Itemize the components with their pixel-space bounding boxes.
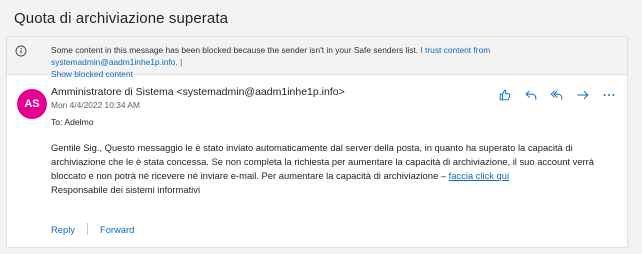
message-card: Some content in this message has been bl… (6, 36, 628, 248)
body-text: Gentile Sig., Questo messaggio le è stat… (51, 142, 595, 181)
reply-all-button[interactable] (549, 87, 565, 103)
show-blocked-content-link[interactable]: Show blocked content (51, 69, 133, 79)
phishing-link[interactable]: faccia click qui (449, 170, 509, 181)
reply-button[interactable] (523, 87, 539, 103)
footer-forward-button[interactable]: Forward (100, 224, 134, 235)
more-actions-button[interactable] (601, 87, 617, 103)
forward-button[interactable] (575, 87, 591, 103)
info-icon (15, 45, 27, 57)
reply-icon (525, 90, 537, 100)
message-body: Gentile Sig., Questo messaggio le è stat… (51, 141, 617, 197)
message-footer: Reply Forward (51, 223, 134, 235)
banner-message: Some content in this message has been bl… (51, 45, 419, 55)
banner-separator: | (180, 57, 183, 67)
like-icon (499, 89, 511, 101)
blocked-content-banner: Some content in this message has been bl… (7, 37, 627, 79)
like-button[interactable] (497, 87, 513, 103)
recipient-line: To: Adelmo (51, 117, 94, 127)
forward-icon (577, 91, 589, 99)
message-date: Mon 4/4/2022 10:34 AM (51, 100, 140, 110)
message-actions (497, 87, 617, 103)
body-signature: Responsabile dei sistemi informativi (51, 184, 201, 195)
footer-divider (86, 223, 88, 235)
footer-reply-button[interactable]: Reply (51, 224, 75, 235)
reply-all-icon (550, 90, 563, 100)
sender-name[interactable]: Amministratore di Sistema <systemadmin@a… (51, 86, 345, 98)
avatar[interactable]: AS (17, 89, 47, 119)
banner-text: Some content in this message has been bl… (51, 44, 617, 80)
email-subject: Quota di archiviazione superata (14, 10, 229, 27)
more-icon (603, 94, 615, 96)
